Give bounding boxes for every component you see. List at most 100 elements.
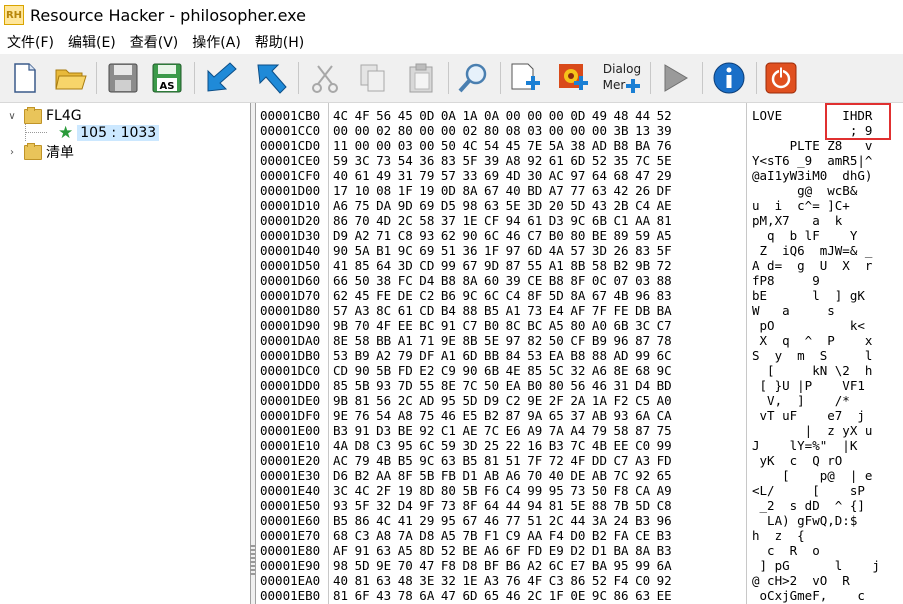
hex-row[interactable]: 00001E60 B5 86 4C 41 29 95 67 46 77 51 2C…	[256, 513, 903, 528]
hex-ascii: pM,X7 a k	[752, 213, 843, 228]
hex-row[interactable]: 00001D20 86 70 4D 2C 58 37 1E CF 94 61 D3…	[256, 213, 903, 228]
folder-icon	[24, 142, 42, 160]
add-resource-button[interactable]	[506, 60, 544, 96]
hex-row[interactable]: 00001E10 4A D8 C3 95 6C 59 3D 25 22 16 B3…	[256, 438, 903, 453]
hex-row[interactable]: 00001D70 62 45 FE DE C2 B6 9C 6C C4 8F 5D…	[256, 288, 903, 303]
hex-row[interactable]: 00001D40 90 5A B1 9C 69 51 36 1F 97 6D 4A…	[256, 243, 903, 258]
tree-node-manifest[interactable]: › 清单	[6, 142, 74, 161]
hex-addr: 00001DA0	[260, 333, 321, 348]
toolbar: AS Dialog Mer	[0, 54, 903, 103]
run-button[interactable]	[656, 60, 694, 96]
save-as-button[interactable]: AS	[148, 60, 186, 96]
tree-node-resource[interactable]: ★ 105 : 1033	[58, 123, 160, 143]
hex-row[interactable]: 00001E40 3C 4C 2F 19 8D 80 5B F6 C4 99 95…	[256, 483, 903, 498]
hex-ascii: W a s	[752, 303, 835, 318]
menu-help[interactable]: 帮助(H)	[248, 32, 311, 52]
copy-button[interactable]	[354, 60, 392, 96]
hex-row[interactable]: 00001D30 D9 A2 71 C8 93 62 90 6C 46 C7 B0…	[256, 228, 903, 243]
menu-edit[interactable]: 编辑(E)	[61, 32, 123, 52]
save-button[interactable]	[104, 60, 142, 96]
open-folder-icon	[55, 69, 87, 90]
hex-row[interactable]: 00001DD0 85 5B 93 7D 55 8E 7C 50 EA B0 80…	[256, 378, 903, 393]
hex-row[interactable]: 00001DA0 8E 58 BB A1 71 9E 8B 5E 97 82 50…	[256, 333, 903, 348]
hex-addr: 00001D90	[260, 318, 321, 333]
hex-row[interactable]: 00001DC0 CD 90 5B FD E2 C9 90 6B 4E 85 5C…	[256, 363, 903, 378]
new-file-button[interactable]	[6, 60, 44, 96]
hex-row[interactable]: 00001D00 17 10 08 1F 19 0D 8A 67 40 BD A7…	[256, 183, 903, 198]
paste-button[interactable]	[402, 60, 440, 96]
hex-row[interactable]: 00001D10 A6 75 DA 9D 69 D5 98 63 5E 3D 20…	[256, 198, 903, 213]
hex-row[interactable]: 00001DB0 53 B9 A2 79 DF A1 6D BB 84 53 EA…	[256, 348, 903, 363]
hex-ascii: h z {	[752, 528, 805, 543]
hex-bytes: D9 A2 71 C8 93 62 90 6C 46 C7 B0 80 BE 8…	[333, 228, 672, 243]
menu-view[interactable]: 查看(V)	[123, 32, 186, 52]
hex-row[interactable]: 00001CF0 40 61 49 31 79 57 33 69 4D 30 AC…	[256, 168, 903, 183]
hex-ascii: PLTE Z8 v	[752, 138, 873, 153]
hex-addr: 00001DD0	[260, 378, 321, 393]
search-button[interactable]	[454, 60, 492, 96]
hex-row[interactable]: 00001E90 98 5D 9E 70 47 F8 D8 BF B6 A2 6C…	[256, 558, 903, 573]
hex-addr: 00001E20	[260, 453, 321, 468]
hex-ascii: LA) gFwQ,D:$	[752, 513, 858, 528]
forward-button[interactable]	[252, 60, 290, 96]
hex-addr: 00001E10	[260, 438, 321, 453]
hex-bytes: 4C 4F 56 45 0D 0A 1A 0A 00 00 00 0D 49 4…	[333, 108, 672, 123]
exit-button[interactable]	[762, 60, 800, 96]
save-icon	[108, 63, 138, 93]
open-button[interactable]	[52, 60, 90, 96]
hex-ascii: [ kN \2 h	[752, 363, 873, 378]
hex-addr: 00001DF0	[260, 408, 321, 423]
hex-row[interactable]: 00001CD0 11 00 00 03 00 50 4C 54 45 7E 5A…	[256, 138, 903, 153]
hex-addr: 00001D50	[260, 258, 321, 273]
resource-tree[interactable]: ∨ FL4G ★ 105 : 1033 › 清单	[0, 103, 251, 604]
hex-addr: 00001D10	[260, 198, 321, 213]
hex-addr: 00001E40	[260, 483, 321, 498]
hex-bytes: 17 10 08 1F 19 0D 8A 67 40 BD A7 77 63 4…	[333, 183, 672, 198]
hex-row[interactable]: 00001E00 B3 91 D3 BE 92 C1 AE 7C E6 A9 7A…	[256, 423, 903, 438]
hex-row[interactable]: 00001E70 68 C3 A8 7A D8 A5 7B F1 C9 AA F4…	[256, 528, 903, 543]
hex-ascii: q b lF Y	[752, 228, 858, 243]
hex-ascii: Z iQ6 mJW=& _	[752, 243, 873, 258]
hex-row[interactable]: 00001D90 9B 70 4F EE BC 91 C7 B0 8C BC A5…	[256, 318, 903, 333]
hex-row[interactable]: 00001D50 41 85 64 3D CD 99 67 9D 87 55 A1…	[256, 258, 903, 273]
add-dialog-menu-button[interactable]: Dialog Mer	[600, 60, 644, 96]
app-logo-icon: RH	[4, 5, 24, 25]
menu-action[interactable]: 操作(A)	[185, 32, 248, 52]
hex-row[interactable]: 00001DE0 9B 81 56 2C AD 95 5D D9 C2 9E 2F…	[256, 393, 903, 408]
hex-row[interactable]: 00001CB0 4C 4F 56 45 0D 0A 1A 0A 00 00 00…	[256, 108, 903, 123]
hex-row[interactable]: 00001E20 AC 79 4B B5 9C 63 B5 81 51 7F 72…	[256, 453, 903, 468]
add-image-icon	[559, 64, 588, 90]
hex-ascii: | z yX u	[752, 423, 873, 438]
collapse-icon[interactable]: ∨	[6, 111, 18, 122]
hex-ascii: u i c^= ]C+	[752, 198, 850, 213]
hex-bytes: 57 A3 8C 61 CD B4 88 B5 A1 73 E4 AF 7F F…	[333, 303, 672, 318]
hex-ascii: X q ^ P x	[752, 333, 873, 348]
menu-file[interactable]: 文件(F)	[0, 32, 61, 52]
copy-icon	[360, 64, 385, 92]
hex-row[interactable]: 00001E50 93 5F 32 D4 9F 73 8F 64 44 94 81…	[256, 498, 903, 513]
hex-bytes: 81 6F 43 78 6A 47 6D 65 46 2C 1F 0E 9C 8…	[333, 588, 672, 603]
hex-bytes: 85 5B 93 7D 55 8E 7C 50 EA B0 80 56 46 3…	[333, 378, 672, 393]
hex-row[interactable]: 00001EA0 40 81 63 48 3E 32 1E A3 76 4F C3…	[256, 573, 903, 588]
hex-row[interactable]: 00001DF0 9E 76 54 A8 75 46 E5 B2 87 9A 65…	[256, 408, 903, 423]
hex-view[interactable]: 00001CB0 4C 4F 56 45 0D 0A 1A 0A 00 00 00…	[255, 103, 903, 604]
hex-row[interactable]: 00001CC0 00 00 02 80 00 00 02 80 08 03 00…	[256, 123, 903, 138]
hex-row[interactable]: 00001D60 66 50 38 FC D4 B8 8A 60 39 CE B8…	[256, 273, 903, 288]
hex-addr: 00001E00	[260, 423, 321, 438]
hex-row[interactable]: 00001E80 AF 91 63 A5 8D 52 BE A6 6F FD E9…	[256, 543, 903, 558]
hex-row[interactable]: 00001E30 D6 B2 AA 8F 5B FB D1 AB A6 70 40…	[256, 468, 903, 483]
hex-row[interactable]: 00001EB0 81 6F 43 78 6A 47 6D 65 46 2C 1F…	[256, 588, 903, 603]
about-button[interactable]	[710, 60, 748, 96]
add-resource-icon	[511, 63, 540, 90]
hex-row[interactable]: 00001D80 57 A3 8C 61 CD B4 88 B5 A1 73 E4…	[256, 303, 903, 318]
hex-ascii: yK c Q rO	[752, 453, 843, 468]
back-button[interactable]	[202, 60, 240, 96]
add-image-button[interactable]	[554, 60, 592, 96]
hex-ascii: S y m S l	[752, 348, 873, 363]
hex-row[interactable]: 00001CE0 59 3C 73 54 36 83 5F 39 A8 92 61…	[256, 153, 903, 168]
expand-icon[interactable]: ›	[6, 147, 18, 158]
window-title: Resource Hacker - philosopher.exe	[30, 5, 306, 25]
cut-button[interactable]	[306, 60, 344, 96]
hex-addr: 00001EB0	[260, 588, 321, 603]
hex-bytes: 00 00 02 80 00 00 02 80 08 03 00 00 00 3…	[333, 123, 672, 138]
